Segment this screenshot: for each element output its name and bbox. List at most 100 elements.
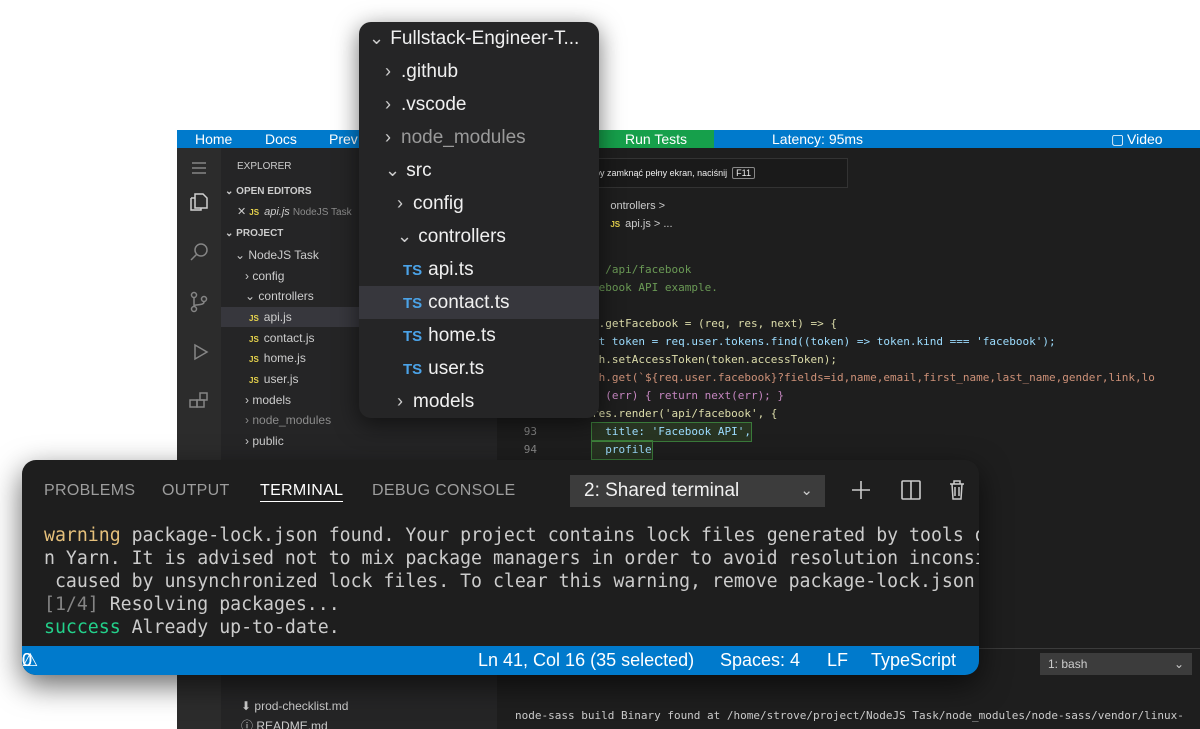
explorer-icon[interactable] bbox=[187, 190, 211, 214]
chevron-right-icon: › bbox=[385, 61, 391, 81]
menu-icon[interactable] bbox=[187, 156, 211, 180]
folder-vscode[interactable]: › .vscode bbox=[359, 88, 599, 121]
latency-indicator: Latency: 95ms bbox=[772, 131, 864, 147]
tab-output[interactable]: OUTPUT bbox=[162, 480, 230, 502]
terminal-output-line: node-sass build Binary found at /home/st… bbox=[515, 709, 1184, 722]
chevron-right-icon: › bbox=[397, 391, 403, 411]
status-bar: 0 ⚠ 0 Ln 41, Col 16 (35 selected) Spaces… bbox=[22, 646, 979, 675]
code-line: s.getFacebook = (req, res, next) => { bbox=[592, 317, 838, 330]
file-home-js[interactable]: JS home.js bbox=[249, 348, 306, 368]
chevron-down-icon: ⌄ bbox=[1173, 657, 1184, 671]
line-ending-status[interactable]: LF bbox=[827, 646, 848, 675]
fullscreen-tip-text: Aby zamknąć pełny ekran, naciśnij bbox=[589, 168, 728, 178]
terminal-line: n Yarn. It is advised not to mix package… bbox=[44, 548, 979, 569]
video-icon: ▢ bbox=[1111, 131, 1128, 147]
trash-icon[interactable] bbox=[945, 476, 969, 504]
open-editors-header[interactable]: ⌄ OPEN EDITORS bbox=[225, 182, 312, 202]
code-line: cebook API example. bbox=[592, 281, 718, 294]
tab-terminal[interactable]: TERMINAL bbox=[260, 480, 344, 502]
folder-controllers[interactable]: ⌄ controllers bbox=[245, 286, 314, 306]
file-api-ts[interactable]: TS api.ts bbox=[359, 253, 599, 286]
bash-terminal-select[interactable]: 1: bash ⌄ bbox=[1040, 653, 1192, 675]
typescript-file-icon: TS bbox=[403, 295, 423, 312]
close-icon[interactable]: ✕ bbox=[237, 206, 246, 218]
debug-icon[interactable] bbox=[187, 340, 211, 364]
f11-key-hint: F11 bbox=[732, 167, 755, 179]
video-button[interactable]: ▢ Video bbox=[1111, 130, 1163, 148]
search-icon[interactable] bbox=[187, 240, 211, 264]
split-terminal-icon[interactable] bbox=[899, 476, 923, 504]
terminal-output[interactable]: warning package-lock.json found. Your pr… bbox=[44, 524, 979, 639]
terminal-line: success Already up-to-date. bbox=[44, 617, 340, 638]
chevron-right-icon: › bbox=[385, 127, 391, 147]
folder-github[interactable]: › .github bbox=[359, 55, 599, 88]
file-home-ts[interactable]: TS home.ts bbox=[359, 319, 599, 352]
js-file-icon: JS bbox=[249, 208, 260, 217]
chevron-right-icon: › bbox=[385, 94, 391, 114]
typescript-file-icon: TS bbox=[403, 262, 423, 279]
file-readme[interactable]: ⓘ README.md bbox=[241, 716, 328, 729]
folder-config[interactable]: › config bbox=[359, 187, 599, 220]
tab-debug-console[interactable]: DEBUG CONSOLE bbox=[372, 480, 516, 502]
add-terminal-icon[interactable] bbox=[849, 476, 873, 504]
folder-public[interactable]: › public bbox=[245, 431, 284, 451]
file-contact-js[interactable]: JS contact.js bbox=[249, 328, 315, 348]
top-navigation-bar: Home Docs Prev Run Tests Latency: 95ms ▢… bbox=[177, 130, 1200, 148]
code-line: ph.get(`${req.user.facebook}?fields=id,n… bbox=[592, 371, 1155, 384]
line-number: 93 bbox=[523, 425, 537, 438]
folder-config[interactable]: › config bbox=[245, 266, 284, 286]
line-number: 94 bbox=[523, 443, 537, 456]
cursor-position[interactable]: Ln 41, Col 16 (35 selected) bbox=[478, 646, 694, 675]
language-mode[interactable]: TypeScript bbox=[871, 646, 956, 675]
tab-problems[interactable]: PROBLEMS bbox=[44, 480, 135, 502]
open-editor-item[interactable]: ✕ JS api.js NodeJS Task bbox=[237, 202, 352, 222]
code-line: title: 'Facebook API', bbox=[591, 422, 752, 442]
file-user-js[interactable]: JS user.js bbox=[249, 369, 298, 389]
explorer-title: EXPLORER bbox=[237, 161, 292, 172]
source-control-icon[interactable] bbox=[187, 290, 211, 314]
folder-node-modules[interactable]: › node_modules bbox=[245, 410, 331, 430]
code-line: st token = req.user.tokens.find((token) … bbox=[592, 335, 1056, 348]
js-file-icon: JS bbox=[249, 335, 259, 344]
folder-node-modules[interactable]: › node_modules bbox=[359, 121, 599, 154]
file-user-ts[interactable]: TS user.ts bbox=[359, 352, 599, 385]
file-api-js[interactable]: JS api.js bbox=[221, 307, 361, 327]
folder-root[interactable]: ⌄ Fullstack-Engineer-T... bbox=[359, 22, 599, 55]
code-line: profile bbox=[591, 440, 653, 460]
terminal-line: warning package-lock.json found. Your pr… bbox=[44, 525, 979, 546]
chevron-down-icon: ⌄ bbox=[397, 226, 413, 246]
file-tree-popup: ⌄ Fullstack-Engineer-T... › .github › .vsc… bbox=[359, 22, 599, 418]
terminal-line: [1/4] Resolving packages... bbox=[44, 594, 340, 615]
typescript-file-icon: TS bbox=[403, 361, 423, 378]
extensions-icon[interactable] bbox=[187, 390, 211, 414]
chevron-right-icon: › bbox=[397, 193, 403, 213]
js-file-icon: JS bbox=[610, 220, 621, 229]
folder-src[interactable]: ⌄ src bbox=[359, 154, 599, 187]
typescript-file-icon: TS bbox=[403, 328, 423, 345]
folder-models[interactable]: › models bbox=[245, 390, 291, 410]
chevron-down-icon: ⌄ bbox=[385, 160, 401, 180]
run-tests-button[interactable]: Run Tests bbox=[598, 130, 714, 148]
js-file-icon: JS bbox=[249, 376, 259, 385]
nav-preview-link[interactable]: Prev bbox=[329, 130, 358, 148]
js-file-icon: JS bbox=[249, 314, 259, 323]
nav-home-link[interactable]: Home bbox=[195, 130, 232, 148]
terminal-select[interactable]: 2: Shared terminal ⌄ bbox=[570, 475, 825, 507]
code-line: ph.setAccessToken(token.accessToken); bbox=[592, 353, 838, 366]
indentation-status[interactable]: Spaces: 4 bbox=[720, 646, 800, 675]
file-contact-ts[interactable]: TS contact.ts bbox=[359, 286, 599, 319]
chevron-down-icon: ⌄ bbox=[800, 482, 813, 499]
folder-nodejs-task[interactable]: ⌄ NodeJS Task bbox=[235, 245, 319, 265]
nav-docs-link[interactable]: Docs bbox=[265, 130, 297, 148]
info-icon: ⓘ bbox=[241, 719, 254, 729]
project-header[interactable]: ⌄ PROJECT bbox=[225, 224, 283, 244]
folder-controllers[interactable]: ⌄ controllers bbox=[359, 220, 599, 253]
code-line: F (err) { return next(err); } bbox=[592, 389, 785, 402]
folder-models[interactable]: › models bbox=[359, 385, 599, 418]
panel-tab-bar: PROBLEMS OUTPUT TERMINAL DEBUG CONSOLE 2… bbox=[22, 460, 979, 520]
file-prod-checklist[interactable]: ⬇ prod-checklist.md bbox=[241, 696, 348, 716]
js-file-icon: JS bbox=[249, 355, 259, 364]
terminal-panel: PROBLEMS OUTPUT TERMINAL DEBUG CONSOLE 2… bbox=[22, 460, 979, 675]
markdown-icon: ⬇ bbox=[241, 699, 252, 713]
chevron-down-icon: ⌄ bbox=[369, 28, 385, 48]
